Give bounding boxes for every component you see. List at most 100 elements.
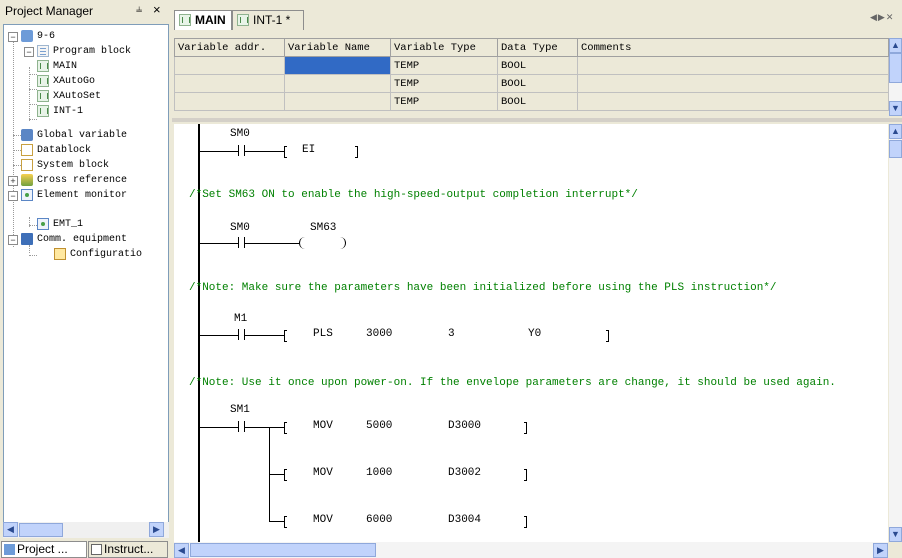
tree-item-configuration[interactable]: Configuratio	[4, 247, 164, 262]
scroll-right-icon[interactable]: ▶	[149, 522, 164, 537]
instruction-pls[interactable]: PLS	[313, 328, 333, 340]
tree-item-xautoset[interactable]: XAutoSet	[4, 89, 164, 104]
cell-data-type[interactable]: BOOL	[497, 56, 578, 75]
scroll-thumb[interactable]	[889, 140, 902, 158]
cell-addr[interactable]	[174, 92, 285, 111]
tree-item-xautogo[interactable]: XAutoGo	[4, 74, 164, 89]
close-icon[interactable]: ×	[153, 2, 161, 17]
scroll-thumb[interactable]	[889, 53, 902, 83]
cell-var-type[interactable]: TEMP	[390, 56, 498, 75]
tree-item-program-block[interactable]: − Program block	[4, 44, 164, 59]
ladder-program-icon	[37, 60, 49, 72]
cell-var-type[interactable]: TEMP	[390, 92, 498, 111]
cell-data-type[interactable]: BOOL	[497, 74, 578, 93]
scroll-down-icon[interactable]: ▼	[889, 527, 902, 542]
global-variable-icon	[21, 129, 33, 141]
operand[interactable]: 3	[448, 328, 455, 340]
project-icon	[21, 30, 33, 42]
operand[interactable]: 1000	[366, 467, 392, 479]
cell-name-selected[interactable]	[284, 56, 391, 75]
tree-item-system-block[interactable]: System block	[4, 158, 164, 173]
project-tab-icon	[4, 544, 15, 555]
scroll-left-icon[interactable]: ◀	[174, 543, 189, 558]
scroll-left-icon[interactable]: ◀	[3, 522, 18, 537]
col-variable-type[interactable]: Variable Type	[390, 38, 498, 57]
editor-splitter[interactable]	[172, 118, 902, 122]
rung-comment: /*Note: Make sure the parameters have be…	[189, 282, 777, 294]
ladder-editor[interactable]: SM0 EI /*Set SM63 ON to enable the high-…	[174, 124, 888, 542]
scroll-up-icon[interactable]: ▲	[889, 124, 902, 139]
col-data-type[interactable]: Data Type	[497, 38, 578, 57]
pin-icon[interactable]: ⫨	[136, 3, 142, 16]
ladder-vertical-scrollbar[interactable]: ▲ ▼	[889, 124, 902, 542]
ladder-program-icon	[179, 14, 191, 26]
operand[interactable]: 5000	[366, 420, 392, 432]
operand[interactable]: 3000	[366, 328, 392, 340]
instruction-ei[interactable]: EI	[302, 144, 315, 156]
cell-addr[interactable]	[174, 56, 285, 75]
tree-item-cross-reference[interactable]: + Cross reference	[4, 173, 164, 188]
instruction-mov[interactable]: MOV	[313, 467, 333, 479]
operand[interactable]: D3004	[448, 514, 481, 526]
col-variable-name[interactable]: Variable Name	[284, 38, 391, 57]
coil-right	[340, 237, 346, 249]
scroll-up-icon[interactable]: ▲	[889, 38, 902, 53]
configuration-icon	[54, 248, 66, 260]
rung-comment: /*Set SM63 ON to enable the high-speed-o…	[189, 189, 638, 201]
contact-label: SM0	[230, 128, 250, 140]
table-header-row: Variable addr. Variable Name Variable Ty…	[174, 38, 889, 57]
panel-bottom-tabs: Project ... Instruct...	[0, 540, 170, 558]
tree-horizontal-scrollbar[interactable]: ◀ ▶	[3, 522, 169, 538]
contact-label: SM0	[230, 222, 250, 234]
rung-comment: /*Note: Use it once upon power-on. If th…	[189, 377, 836, 389]
project-manager-header: Project Manager ⫨ ×	[0, 0, 170, 22]
tree-item-datablock[interactable]: Datablock	[4, 143, 164, 158]
tab-main[interactable]: MAIN	[174, 10, 232, 30]
scroll-thumb[interactable]	[190, 543, 376, 557]
cell-data-type[interactable]: BOOL	[497, 92, 578, 111]
tree-item-comm-equipment[interactable]: − Comm. equipment	[4, 232, 164, 247]
scroll-right-icon[interactable]: ▶	[873, 543, 888, 558]
ladder-program-icon	[37, 90, 49, 102]
cell-addr[interactable]	[174, 74, 285, 93]
tree-item-global-variable[interactable]: Global variable	[4, 128, 164, 143]
ladder-program-icon	[37, 75, 49, 87]
program-block-icon	[37, 45, 49, 57]
tab-instruction[interactable]: Instruct...	[88, 541, 168, 558]
instruction-mov[interactable]: MOV	[313, 420, 333, 432]
tree-item-element-monitor[interactable]: − Element monitor	[4, 188, 164, 203]
system-block-icon	[21, 159, 33, 171]
operand[interactable]: Y0	[528, 328, 541, 340]
col-variable-addr[interactable]: Variable addr.	[174, 38, 285, 57]
tab-int-1[interactable]: INT-1 *	[232, 10, 304, 30]
scroll-thumb[interactable]	[19, 523, 63, 537]
operand[interactable]: D3000	[448, 420, 481, 432]
scroll-down-icon[interactable]: ▼	[889, 101, 902, 116]
variable-table-scrollbar[interactable]: ▲ ▼	[889, 38, 902, 116]
tree-item-emt-1[interactable]: EMT_1	[4, 217, 164, 232]
contact-label: M1	[234, 313, 248, 325]
ladder-horizontal-scrollbar[interactable]: ◀ ▶	[174, 542, 888, 558]
tab-nav-arrows-icon[interactable]: ◀▶✕	[870, 12, 894, 23]
cell-comment[interactable]	[577, 92, 889, 111]
table-row: TEMP BOOL	[174, 92, 889, 111]
cell-comment[interactable]	[577, 56, 889, 75]
coil-left	[299, 237, 305, 249]
col-comments[interactable]: Comments	[577, 38, 889, 57]
tab-project[interactable]: Project ...	[1, 541, 87, 558]
project-tree: − 9-6 − Program block MAIN XAutoGo XAuto…	[3, 24, 169, 524]
ladder-program-icon	[37, 105, 49, 117]
tree-item-project[interactable]: − 9-6	[4, 29, 164, 44]
table-row: TEMP BOOL	[174, 74, 889, 93]
tree-item-main[interactable]: MAIN	[4, 59, 164, 74]
cell-comment[interactable]	[577, 74, 889, 93]
instruction-mov[interactable]: MOV	[313, 514, 333, 526]
operand[interactable]: D3002	[448, 467, 481, 479]
project-manager-panel: Project Manager ⫨ × − 9-6 − Program bloc…	[0, 0, 170, 558]
cross-reference-icon	[21, 174, 33, 186]
cell-name[interactable]	[284, 92, 391, 111]
cell-name[interactable]	[284, 74, 391, 93]
tree-item-int-1[interactable]: INT-1	[4, 104, 164, 119]
cell-var-type[interactable]: TEMP	[390, 74, 498, 93]
operand[interactable]: 6000	[366, 514, 392, 526]
